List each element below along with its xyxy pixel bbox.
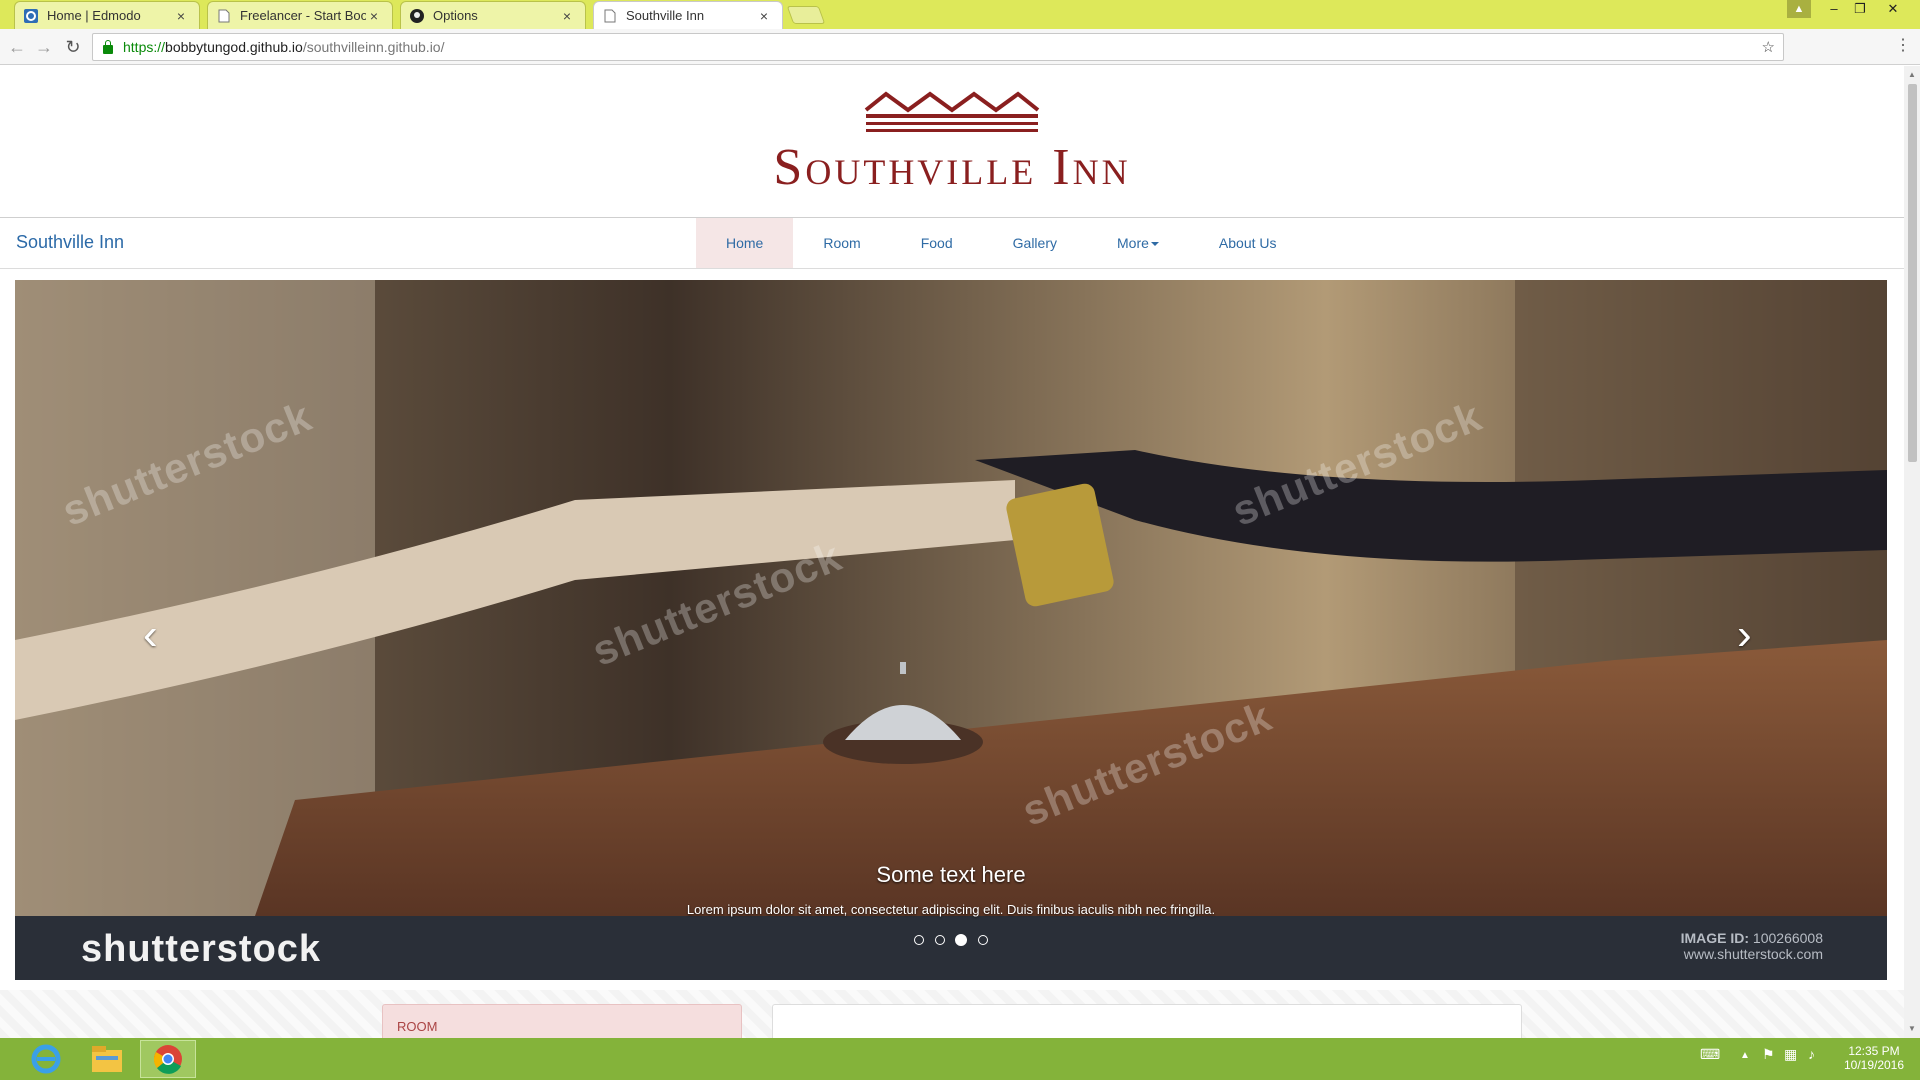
carousel-indicator-active[interactable] [955,934,968,946]
bookmark-star-icon[interactable]: ☆ [1762,38,1775,56]
carousel-caption-title: Some text here [876,862,1026,887]
file-explorer-icon[interactable] [79,1040,135,1078]
network-icon[interactable]: ▦ [1784,1046,1797,1063]
nav-item-room[interactable]: Room [793,218,890,268]
chrome-icon[interactable] [140,1040,196,1078]
close-window-button[interactable]: ✕ [1876,0,1910,20]
show-hidden-icons-icon[interactable]: ▲ [1740,1050,1750,1061]
keyboard-icon[interactable]: ⌨ [1700,1046,1720,1063]
new-tab-button[interactable] [786,6,826,24]
address-bar[interactable]: https:// bobbytungod.github.io /southvil… [92,33,1784,61]
crown-logo-icon [864,91,1040,132]
page-icon [602,8,618,24]
restore-button[interactable]: ❐ [1848,0,1872,20]
close-tab-icon[interactable]: × [366,8,382,24]
tab-edmodo[interactable]: Home | Edmodo × [14,1,200,29]
github-icon [409,8,425,24]
reload-icon[interactable]: ↻ [62,36,84,58]
site-navbar: Southville Inn Home Room Food Gallery Mo… [0,217,1904,269]
back-arrow-icon[interactable]: ← [6,36,28,58]
carousel-indicator[interactable] [977,935,988,945]
nav-item-gallery[interactable]: Gallery [983,218,1087,268]
close-tab-icon[interactable]: × [756,8,772,24]
chevron-right-icon[interactable]: › [1737,610,1752,660]
carousel-indicator[interactable] [914,935,925,945]
carousel-caption-text: Lorem ipsum dolor sit amet, consectetur … [686,902,1216,917]
content-panel [772,1004,1522,1038]
profile-icon[interactable]: ▲ [1787,0,1811,18]
tab-freelancer[interactable]: Freelancer - Start Bootstr × [207,1,393,29]
nav-menu: Home Room Food Gallery More About Us [696,218,1307,268]
tab-title: Southville Inn [626,8,705,23]
nav-more-label: More [1117,235,1149,251]
tab-title: Options [433,8,478,23]
windows-taskbar: ⌨ ▲ ⚑ ▦ ♪ 12:35 PM 10/19/2016 [0,1038,1920,1080]
navbar-brand[interactable]: Southville Inn [16,232,124,253]
slide-image [15,280,1887,916]
url-path: /southvilleinn.github.io/ [302,39,445,55]
scroll-down-icon[interactable]: ▼ [1908,1024,1916,1033]
tab-options[interactable]: Options × [400,1,586,29]
nav-item-home[interactable]: Home [696,218,794,268]
tab-title: Freelancer - Start Bootstr [240,8,366,23]
system-clock[interactable]: 12:35 PM 10/19/2016 [1834,1044,1914,1072]
site-logo: Southville Inn [0,66,1904,216]
tab-strip: Home | Edmodo × Freelancer - Start Boots… [0,0,1920,29]
url-scheme: https:// [123,39,166,55]
room-panel-heading: ROOM [397,1019,438,1034]
scroll-up-icon[interactable]: ▲ [1908,70,1916,79]
tab-title: Home | Edmodo [47,8,141,23]
page-icon [216,8,232,24]
room-panel: ROOM [382,1004,742,1038]
volume-icon[interactable]: ♪ [1808,1046,1815,1062]
page-scrollbar[interactable]: ▲ ▼ [1904,66,1920,1038]
tab-southville-inn[interactable]: Southville Inn × [593,1,783,29]
nav-item-food[interactable]: Food [891,218,983,268]
carousel-indicator[interactable] [934,935,945,945]
hero-carousel: shutterstock shutterstock shutterstock s… [15,280,1887,980]
browser-menu-icon[interactable]: ⋮ [1895,35,1911,55]
web-page: Southville Inn Southville Inn Home Room … [0,66,1904,1038]
edmodo-icon [23,8,39,24]
close-tab-icon[interactable]: × [559,8,575,24]
clock-time: 12:35 PM [1848,1044,1900,1058]
url-host: bobbytungod.github.io [165,39,303,55]
content-section: ROOM [0,990,1904,1038]
logo-wordmark: Southville Inn [773,139,1131,196]
chevron-left-icon[interactable]: ‹ [143,610,158,660]
nav-item-more[interactable]: More [1087,218,1189,268]
action-center-icon[interactable]: ⚑ [1762,1046,1775,1063]
carousel-indicators [15,932,1887,950]
minimize-button[interactable]: – [1822,0,1846,20]
nav-item-about-us[interactable]: About Us [1189,218,1307,268]
lock-icon [103,39,113,54]
clock-date: 10/19/2016 [1843,1058,1905,1072]
caret-down-icon [1150,242,1159,247]
internet-explorer-icon[interactable] [18,1040,74,1078]
scrollbar-thumb[interactable] [1908,84,1917,462]
browser-toolbar: ← → ↻ https:// bobbytungod.github.io /so… [0,29,1920,65]
forward-arrow-icon[interactable]: → [33,36,55,58]
close-tab-icon[interactable]: × [173,8,189,24]
